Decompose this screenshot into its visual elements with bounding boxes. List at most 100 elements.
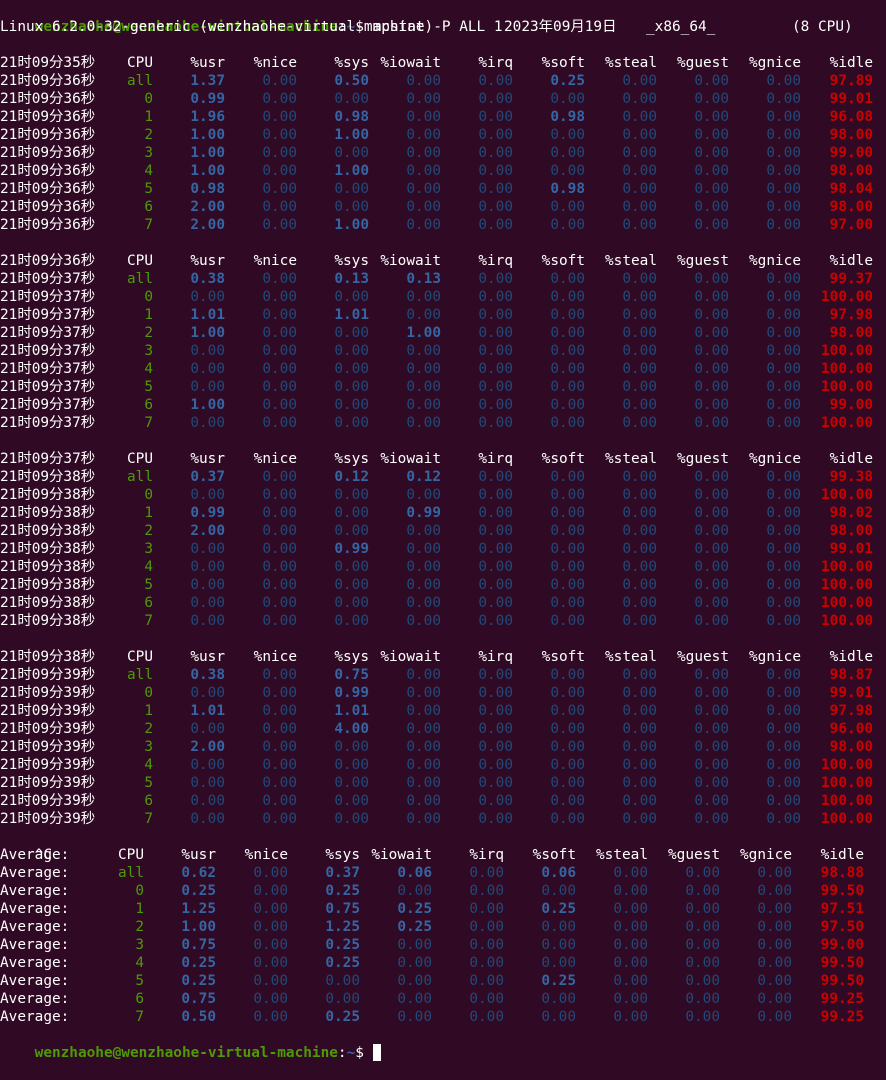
stat-usr: 0.00 bbox=[190, 559, 225, 575]
stat-guest: 0.00 bbox=[694, 703, 729, 719]
row-timestamp: 21时09分36秒 bbox=[0, 73, 96, 89]
stat-usr: 1.00 bbox=[190, 127, 225, 143]
row-timestamp: 21时09分38秒 bbox=[0, 595, 96, 611]
stat-soft: 0.00 bbox=[550, 775, 585, 791]
stat-idle: 99.50 bbox=[820, 973, 864, 989]
stat-soft: 0.00 bbox=[550, 307, 585, 323]
column-header: %soft bbox=[541, 649, 585, 665]
column-header: %gnice bbox=[740, 847, 792, 863]
stat-usr: 1.96 bbox=[190, 109, 225, 125]
stat-soft: 0.00 bbox=[550, 757, 585, 773]
cpu-id: 1 bbox=[144, 505, 153, 521]
stat-steal: 0.00 bbox=[622, 505, 657, 521]
stat-soft: 0.00 bbox=[550, 199, 585, 215]
stat-usr: 0.00 bbox=[190, 487, 225, 503]
stat-sys: 0.00 bbox=[334, 397, 369, 413]
stat-guest: 0.00 bbox=[694, 523, 729, 539]
stat-soft: 0.00 bbox=[550, 379, 585, 395]
stat-gnice: 0.00 bbox=[766, 415, 801, 431]
stat-iowait: 0.00 bbox=[406, 199, 441, 215]
cpu-id: all bbox=[127, 271, 153, 287]
cpu-id: all bbox=[127, 667, 153, 683]
stat-usr: 0.00 bbox=[190, 757, 225, 773]
stat-sys: 0.00 bbox=[334, 613, 369, 629]
final-prompt-line[interactable]: wenzhaohe@wenzhaohe-virtual-machine:~$ bbox=[0, 1026, 886, 1061]
stat-nice: 0.00 bbox=[262, 145, 297, 161]
stat-idle: 98.00 bbox=[829, 325, 873, 341]
row-timestamp: 21时09分39秒 bbox=[0, 685, 96, 701]
stat-irq: 0.00 bbox=[469, 991, 504, 1007]
stat-sys: 0.00 bbox=[334, 559, 369, 575]
column-header: %irq bbox=[469, 847, 504, 863]
stat-guest: 0.00 bbox=[685, 901, 720, 917]
stat-sys: 0.00 bbox=[334, 415, 369, 431]
column-header: %irq bbox=[478, 451, 513, 467]
column-header: CPU bbox=[127, 55, 153, 71]
cpu-stat-row: 21时09分39秒 5 0.00 0.00 0.00 0.00 0.00 0.00 0.00 0.… bbox=[0, 774, 886, 792]
stat-nice: 0.00 bbox=[262, 667, 297, 683]
stat-soft: 0.00 bbox=[550, 505, 585, 521]
stat-irq: 0.00 bbox=[478, 217, 513, 233]
stat-steal: 0.00 bbox=[622, 379, 657, 395]
stat-gnice: 0.00 bbox=[766, 757, 801, 773]
stat-sys: 0.50 bbox=[334, 73, 369, 89]
stat-soft: 0.98 bbox=[550, 181, 585, 197]
header-timestamp: 21时09分35秒 bbox=[0, 55, 96, 71]
stat-gnice: 0.00 bbox=[766, 199, 801, 215]
stat-usr: 1.00 bbox=[190, 163, 225, 179]
stat-idle: 99.25 bbox=[820, 1009, 864, 1025]
cpu-stat-row: 21时09分38秒 4 0.00 0.00 0.00 0.00 0.00 0.00 0.00 0.… bbox=[0, 558, 886, 576]
cpu-id: 5 bbox=[144, 379, 153, 395]
stat-iowait: 0.00 bbox=[406, 793, 441, 809]
stat-idle: 99.50 bbox=[820, 883, 864, 899]
stat-gnice: 0.00 bbox=[766, 595, 801, 611]
stat-idle: 98.00 bbox=[829, 127, 873, 143]
stat-nice: 0.00 bbox=[262, 379, 297, 395]
stat-idle: 99.00 bbox=[829, 397, 873, 413]
stat-steal: 0.00 bbox=[622, 667, 657, 683]
stat-steal: 0.00 bbox=[622, 523, 657, 539]
stat-irq: 0.00 bbox=[478, 559, 513, 575]
stat-guest: 0.00 bbox=[694, 757, 729, 773]
stat-irq: 0.00 bbox=[478, 667, 513, 683]
column-header: %irq bbox=[478, 253, 513, 269]
row-timestamp: 21时09分39秒 bbox=[0, 811, 96, 827]
terminal-window[interactable]: wenzhaohe@wenzhaohe-virtual-machine:~$ m… bbox=[0, 0, 886, 1061]
header-timestamp: 21时09分37秒 bbox=[0, 451, 96, 467]
stat-soft: 0.00 bbox=[550, 271, 585, 287]
stat-nice: 0.00 bbox=[262, 163, 297, 179]
row-timestamp: 21时09分36秒 bbox=[0, 91, 96, 107]
stat-gnice: 0.00 bbox=[766, 217, 801, 233]
stat-soft: 0.25 bbox=[541, 973, 576, 989]
stat-iowait: 0.00 bbox=[406, 721, 441, 737]
stat-nice: 0.00 bbox=[262, 271, 297, 287]
stat-steal: 0.00 bbox=[622, 73, 657, 89]
column-header: CPU bbox=[127, 451, 153, 467]
average-row: Average: 3 0.75 0.00 0.25 0.00 0.00 0.00 0.00 0.0… bbox=[0, 936, 886, 954]
stat-irq: 0.00 bbox=[478, 793, 513, 809]
cpu-id: 5 bbox=[144, 577, 153, 593]
stat-sys: 1.00 bbox=[334, 217, 369, 233]
cpu-id: 4 bbox=[144, 163, 153, 179]
column-header: %usr bbox=[190, 451, 225, 467]
stat-guest: 0.00 bbox=[694, 613, 729, 629]
stat-gnice: 0.00 bbox=[766, 793, 801, 809]
stat-soft: 0.00 bbox=[550, 145, 585, 161]
column-header: CPU bbox=[118, 847, 144, 863]
stat-idle: 100.00 bbox=[821, 289, 873, 305]
stat-irq: 0.00 bbox=[478, 595, 513, 611]
stat-sys: 0.00 bbox=[334, 379, 369, 395]
stat-steal: 0.00 bbox=[613, 955, 648, 971]
stat-soft: 0.00 bbox=[550, 613, 585, 629]
cpu-stat-row: 21时09分36秒 5 0.98 0.00 0.00 0.00 0.00 0.98 0.00 0.… bbox=[0, 180, 886, 198]
column-header: %usr bbox=[181, 847, 216, 863]
stat-sys: 0.00 bbox=[334, 757, 369, 773]
stat-gnice: 0.00 bbox=[766, 163, 801, 179]
stat-guest: 0.00 bbox=[685, 955, 720, 971]
stat-sys: 0.13 bbox=[334, 271, 369, 287]
stat-guest: 0.00 bbox=[694, 559, 729, 575]
stat-guest: 0.00 bbox=[694, 595, 729, 611]
stat-steal: 0.00 bbox=[622, 757, 657, 773]
stat-steal: 0.00 bbox=[622, 397, 657, 413]
stat-guest: 0.00 bbox=[694, 73, 729, 89]
